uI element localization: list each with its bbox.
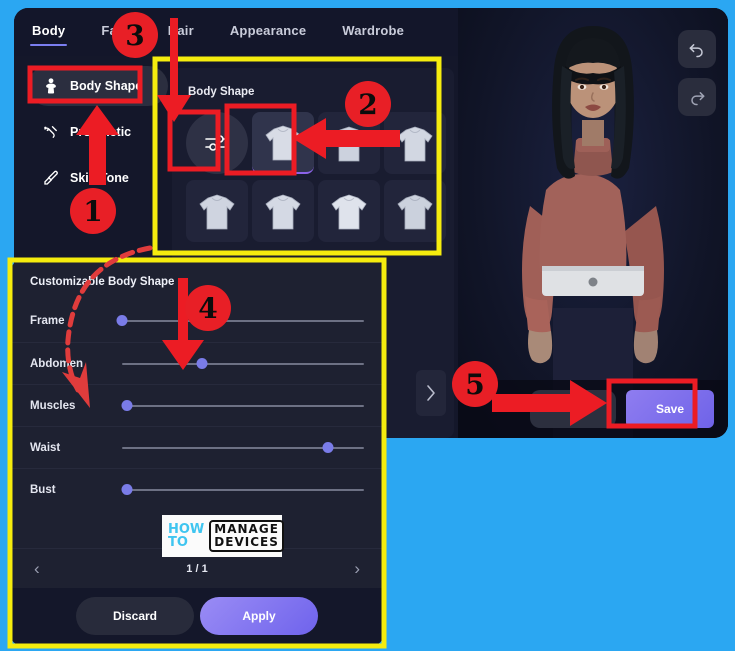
customize-sliders-button[interactable]	[186, 112, 248, 174]
shirt-thumbnail-icon	[199, 194, 235, 230]
sidebar-item-prosthetic[interactable]: Prosthetic	[28, 112, 168, 152]
character-viewport[interactable]: Save	[458, 8, 728, 438]
sidebar-label-skin-tone: Skin Tone	[70, 171, 129, 185]
redo-icon	[691, 92, 705, 106]
slider-track	[122, 320, 364, 322]
sliders-icon	[205, 135, 229, 151]
undo-button[interactable]	[678, 30, 716, 68]
slider-knob-bust[interactable]	[121, 483, 133, 495]
sidebar-label-prosthetic: Prosthetic	[70, 125, 132, 139]
slider-label-muscles: Muscles	[30, 399, 76, 412]
watermark-logo: HOW TO MANAGE DEVICES	[162, 515, 284, 557]
annotation-badge-4: 4	[185, 285, 231, 331]
undo-icon	[689, 44, 703, 58]
slider-knob-muscles[interactable]	[121, 399, 133, 411]
shape-panel-next-button[interactable]	[416, 370, 446, 416]
pager-count: 1 / 1	[186, 562, 208, 575]
tab-wardrobe[interactable]: Wardrobe	[340, 19, 406, 46]
shirt-thumbnail-icon	[331, 194, 367, 230]
sidebar-label-body-shape: Body Shape	[70, 79, 143, 93]
tab-hair[interactable]: Hair	[166, 19, 196, 46]
slider-muscles[interactable]	[121, 396, 364, 416]
watermark-how-to: HOW TO	[168, 523, 204, 549]
slider-row-waist: Waist	[12, 426, 382, 468]
discard-button[interactable]: Discard	[76, 597, 194, 635]
slider-abdomen[interactable]	[122, 354, 364, 374]
body-shape-option-1[interactable]	[252, 112, 314, 174]
slider-list: Frame Abdomen Muscles Waist Bust	[12, 300, 382, 510]
more-options-button[interactable]	[530, 390, 616, 428]
annotation-badge-2: 2	[345, 81, 391, 127]
shirt-thumbnail-icon	[397, 126, 433, 162]
watermark-to: TO	[168, 535, 188, 550]
body-shape-option-6[interactable]	[318, 180, 380, 242]
slider-knob-frame[interactable]	[116, 315, 128, 326]
shirt-thumbnail-icon	[265, 194, 301, 230]
slider-row-bust: Bust	[12, 468, 382, 510]
prosthetic-icon	[42, 123, 60, 141]
eyedropper-icon	[42, 169, 60, 187]
person-icon	[42, 77, 60, 95]
save-button[interactable]: Save	[626, 390, 714, 428]
viewport-bottom-bar: Save	[458, 380, 728, 438]
annotation-badge-5: 5	[452, 361, 498, 407]
slider-bust[interactable]	[121, 480, 364, 500]
shirt-thumbnail-icon	[265, 125, 301, 161]
slider-knob-waist[interactable]	[322, 441, 334, 453]
watermark-devices: DEVICES	[214, 535, 279, 549]
body-shape-option-7[interactable]	[384, 180, 446, 242]
tab-body[interactable]: Body	[30, 19, 68, 46]
shirt-thumbnail-icon	[331, 126, 367, 162]
watermark-manage-devices: MANAGE DEVICES	[209, 520, 284, 552]
body-shape-option-5[interactable]	[252, 180, 314, 242]
body-shape-option-3[interactable]	[384, 112, 446, 174]
panel-action-bar: Discard Apply	[12, 588, 382, 644]
slider-label-abdomen: Abdomen	[30, 357, 84, 370]
body-shape-panel-title: Body Shape	[188, 86, 255, 98]
body-shape-grid	[186, 112, 448, 242]
slider-waist[interactable]	[122, 438, 364, 458]
pager-next-button[interactable]: ›	[354, 559, 360, 579]
body-shape-option-4[interactable]	[186, 180, 248, 242]
slider-row-abdomen: Abdomen	[12, 342, 382, 384]
shirt-thumbnail-icon	[397, 194, 433, 230]
annotation-badge-3: 3	[112, 12, 158, 58]
tab-appearance[interactable]: Appearance	[228, 19, 308, 46]
slider-track	[122, 404, 364, 407]
redo-button[interactable]	[678, 78, 716, 116]
slider-knob-abdomen[interactable]	[196, 357, 208, 369]
slider-label-waist: Waist	[30, 441, 61, 454]
avatar-character	[522, 26, 664, 438]
customizable-panel-title: Customizable Body Shape	[30, 276, 175, 288]
apply-button[interactable]: Apply	[200, 597, 318, 635]
slider-row-muscles: Muscles	[12, 384, 382, 426]
sidebar-item-body-shape[interactable]: Body Shape	[28, 66, 168, 106]
pager-prev-button[interactable]: ‹	[34, 559, 40, 579]
slider-frame[interactable]	[116, 311, 364, 331]
chevron-right-icon	[427, 385, 435, 401]
slider-label-frame: Frame	[30, 315, 65, 327]
annotation-badge-1: 1	[70, 188, 116, 234]
slider-track	[122, 488, 364, 491]
screenshot-root: Body Face Hair Appearance Wardrobe Body …	[0, 0, 735, 651]
slider-label-bust: Bust	[30, 483, 56, 496]
slider-track	[122, 362, 364, 365]
